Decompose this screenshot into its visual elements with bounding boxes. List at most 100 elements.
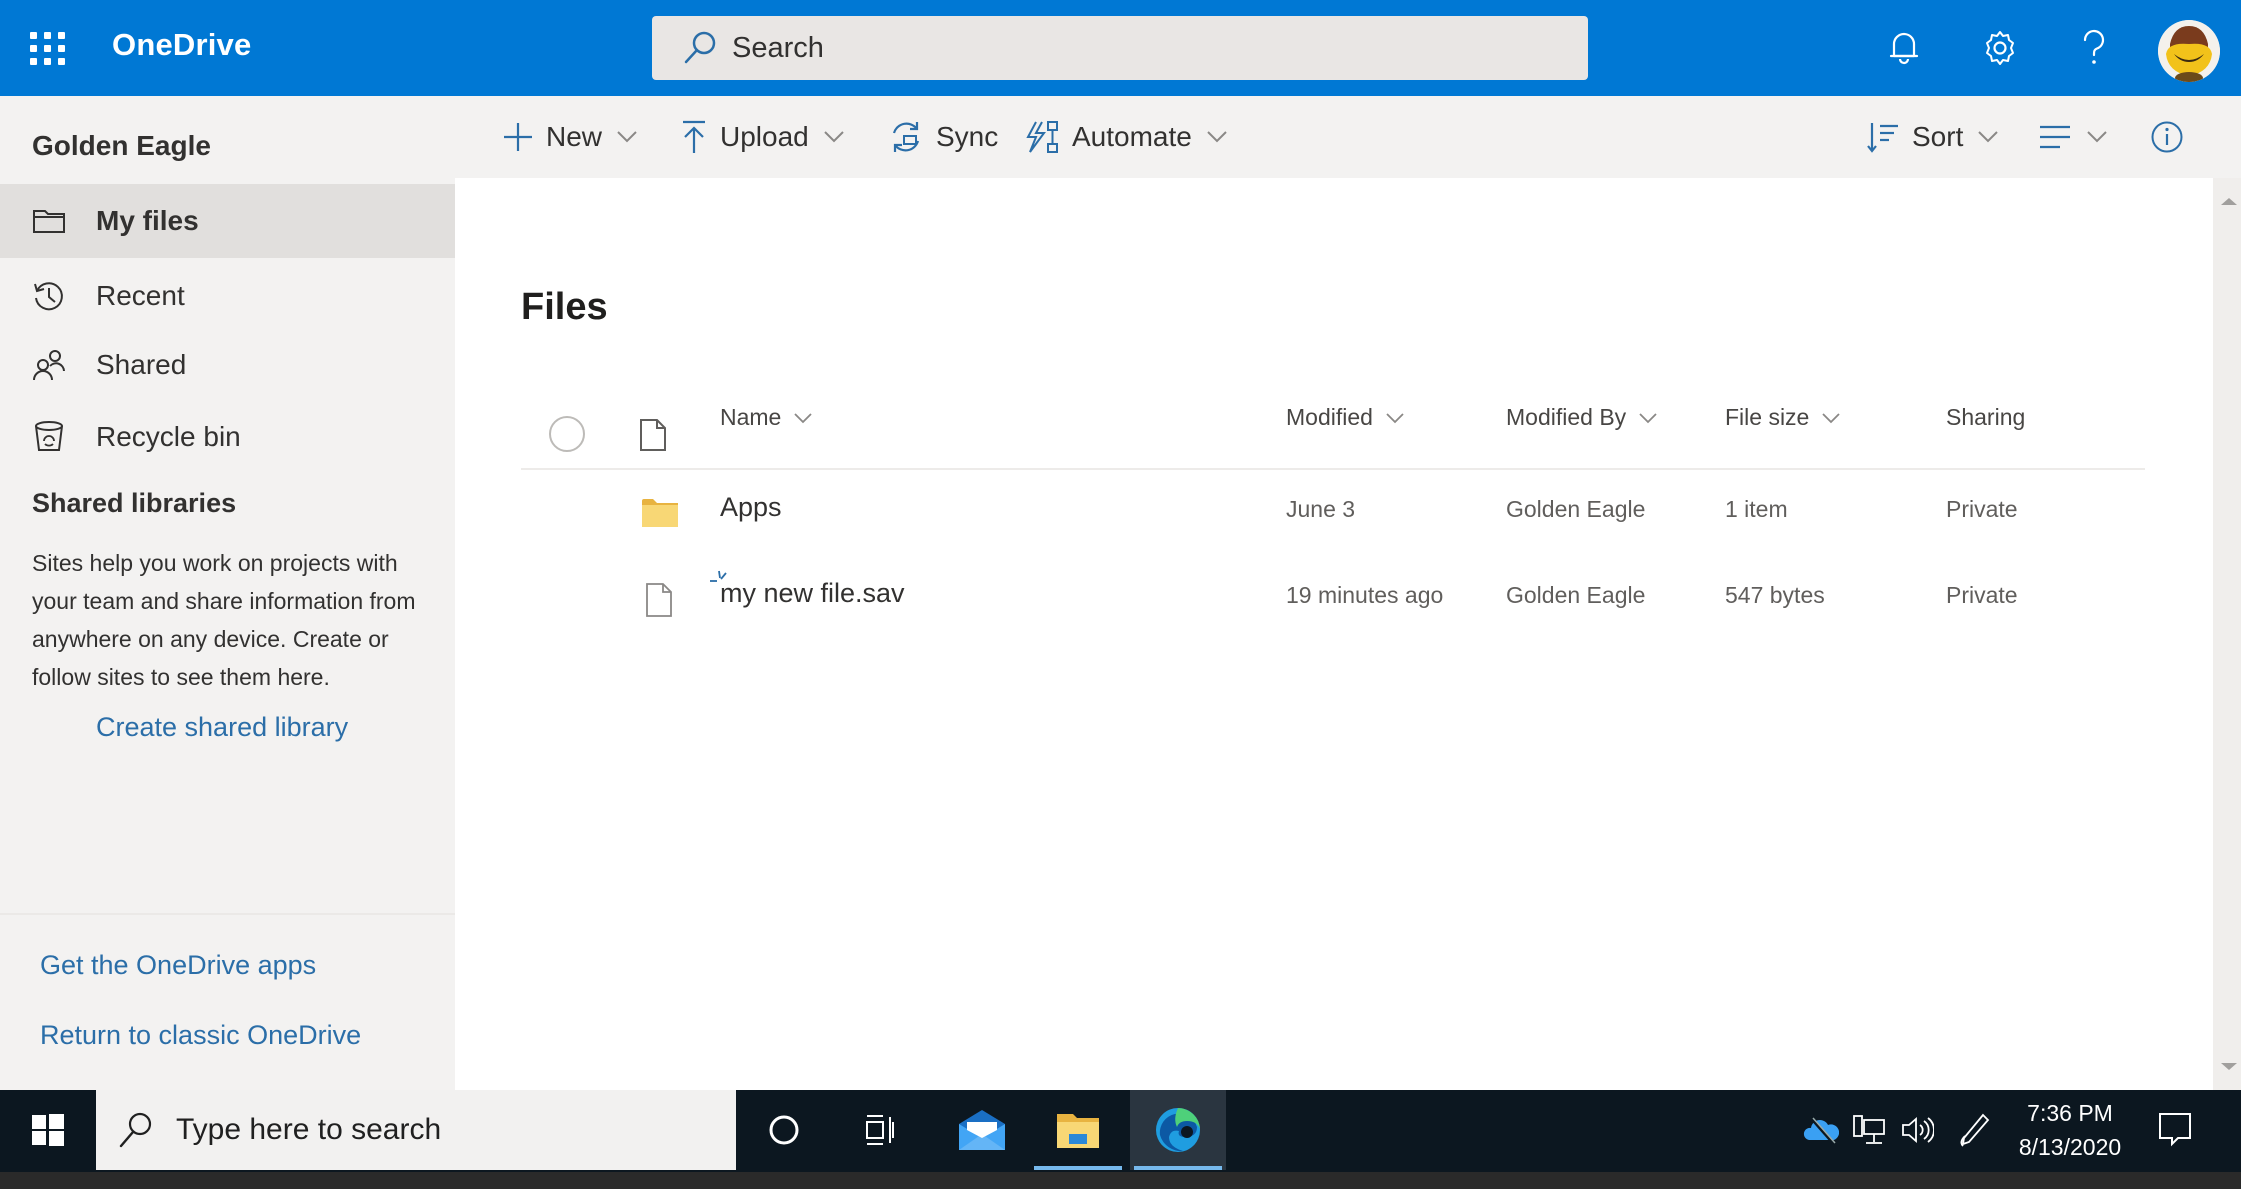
command-bar: New Upload Sync Automate Sort: [0, 96, 2241, 178]
column-header-label: File size: [1725, 404, 1810, 430]
file-name[interactable]: my new file.sav: [720, 578, 905, 609]
network-icon: [1853, 1115, 1885, 1144]
table-row[interactable]: Apps June 3 Golden Eagle 1 item Private: [521, 470, 2145, 556]
action-center-button[interactable]: [2150, 1090, 2200, 1170]
sidebar-item-my-files[interactable]: My files: [0, 184, 455, 258]
file-explorer-button[interactable]: [1030, 1090, 1126, 1170]
file-explorer-icon: [1057, 1114, 1099, 1148]
windows-logo-icon: [32, 1114, 64, 1146]
shared-libraries-title: Shared libraries: [32, 488, 237, 518]
help-button[interactable]: [2070, 24, 2118, 72]
notification-center-icon: [2159, 1113, 2191, 1147]
start-button[interactable]: [0, 1090, 96, 1170]
taskbar-search-input[interactable]: Type here to search: [96, 1090, 736, 1170]
return-to-classic-link[interactable]: Return to classic OneDrive: [40, 1020, 361, 1051]
mail-icon: [959, 1110, 1005, 1150]
search-placeholder: Search: [732, 31, 824, 64]
edge-browser-button[interactable]: [1130, 1090, 1226, 1170]
eagle-mascot-image: [2158, 20, 2220, 82]
get-onedrive-apps-link[interactable]: Get the OneDrive apps: [40, 950, 316, 981]
network-tray-icon[interactable]: [1848, 1090, 1890, 1170]
task-view-button[interactable]: [832, 1090, 928, 1170]
sidebar: Golden Eagle My files Recent Shared Recy…: [0, 130, 455, 1090]
automate-button[interactable]: Automate: [1024, 112, 1228, 162]
column-header-name[interactable]: Name: [720, 404, 813, 431]
column-header-label: Name: [720, 404, 782, 430]
suite-header: OneDrive Search: [0, 0, 2241, 96]
file-name[interactable]: Apps: [720, 492, 782, 523]
select-all-checkbox[interactable]: [549, 416, 585, 452]
upload-icon: [683, 120, 705, 153]
sidebar-item-shared[interactable]: Shared: [0, 328, 455, 402]
chevron-down-icon: [824, 131, 844, 143]
column-header-modified[interactable]: Modified: [1286, 404, 1405, 431]
search-icon: [119, 1112, 152, 1148]
file-icon: [646, 583, 672, 617]
pen-workspace-tray-icon[interactable]: [1952, 1090, 1996, 1170]
notifications-button[interactable]: [1880, 24, 1928, 72]
page-title: Files: [521, 286, 608, 328]
clock-date: 8/13/2020: [2018, 1134, 2122, 1160]
recycle-bin-icon: [35, 421, 63, 451]
sort-icon: [1867, 123, 1898, 153]
upload-button[interactable]: Upload: [680, 112, 845, 162]
chevron-down-icon: [1639, 412, 1657, 423]
onedrive-tray-icon[interactable]: [1800, 1090, 1842, 1170]
running-indicator: [1134, 1166, 1222, 1170]
column-header-file-size[interactable]: File size: [1725, 404, 1841, 431]
taskbar-search-placeholder: Type here to search: [176, 1113, 442, 1146]
list-view-icon: [2040, 125, 2070, 149]
shared-libraries-description: Sites help you work on projects with you…: [32, 550, 416, 690]
sidebar-item-recent[interactable]: Recent: [0, 259, 455, 333]
modified-by: Golden Eagle: [1506, 582, 1646, 608]
info-button[interactable]: [2150, 112, 2184, 162]
sort-label: Sort: [1912, 121, 1964, 152]
chevron-down-icon: [1207, 131, 1227, 143]
column-header-modified-by[interactable]: Modified By: [1506, 404, 1658, 431]
waffle-icon[interactable]: [28, 28, 68, 68]
upload-label: Upload: [720, 121, 809, 152]
app-title[interactable]: OneDrive: [112, 27, 251, 63]
taskbar-clock[interactable]: 7:36 PM 8/13/2020: [2010, 1096, 2130, 1164]
search-input[interactable]: Search: [652, 16, 1588, 80]
onedrive-cloud-icon: [1803, 1117, 1839, 1144]
bell-icon: [1889, 32, 1919, 65]
settings-button[interactable]: [1976, 24, 2024, 72]
chevron-down-icon: [2087, 131, 2107, 143]
chevron-down-icon: [1978, 131, 1999, 143]
create-shared-library-link[interactable]: Create shared library: [96, 712, 348, 743]
scroll-down-arrow[interactable]: [2221, 1063, 2237, 1070]
running-indicator: [1034, 1166, 1122, 1170]
modified-by: Golden Eagle: [1506, 496, 1646, 522]
new-label: New: [546, 121, 603, 152]
sync-button[interactable]: Sync: [888, 112, 998, 162]
volume-tray-icon[interactable]: [1896, 1090, 1938, 1170]
file-type-icon[interactable]: [639, 418, 667, 452]
automate-icon: [1026, 121, 1058, 153]
sync-label: Sync: [936, 121, 999, 152]
new-button[interactable]: New: [502, 112, 638, 162]
automate-label: Automate: [1072, 121, 1192, 152]
vertical-scrollbar[interactable]: [2213, 178, 2241, 1090]
divider: [0, 913, 455, 915]
people-icon: [33, 350, 65, 381]
sidebar-item-label: Recent: [96, 280, 185, 311]
column-header-sharing[interactable]: Sharing: [1946, 404, 2025, 431]
screen: OneDrive Search New Upload Sync Automate…: [0, 0, 2241, 1189]
pen-icon: [1960, 1113, 1990, 1147]
sidebar-item-label: My files: [96, 205, 199, 236]
avatar[interactable]: [2158, 20, 2220, 82]
column-header-label: Modified: [1286, 404, 1373, 430]
gear-icon: [1986, 31, 2014, 65]
mail-app-button[interactable]: [934, 1090, 1030, 1170]
modified-date: 19 minutes ago: [1286, 582, 1444, 608]
scroll-up-arrow[interactable]: [2221, 198, 2237, 205]
cortana-button[interactable]: [736, 1090, 832, 1170]
table-row[interactable]: my new file.sav 19 minutes ago Golden Ea…: [521, 556, 2145, 642]
sort-button[interactable]: Sort: [1866, 112, 1999, 162]
cortana-icon: [769, 1115, 799, 1145]
sidebar-item-recycle-bin[interactable]: Recycle bin: [0, 400, 455, 474]
view-options-button[interactable]: [2038, 112, 2108, 162]
clock-time: 7:36 PM: [2027, 1100, 2113, 1126]
chevron-down-icon: [617, 131, 637, 143]
